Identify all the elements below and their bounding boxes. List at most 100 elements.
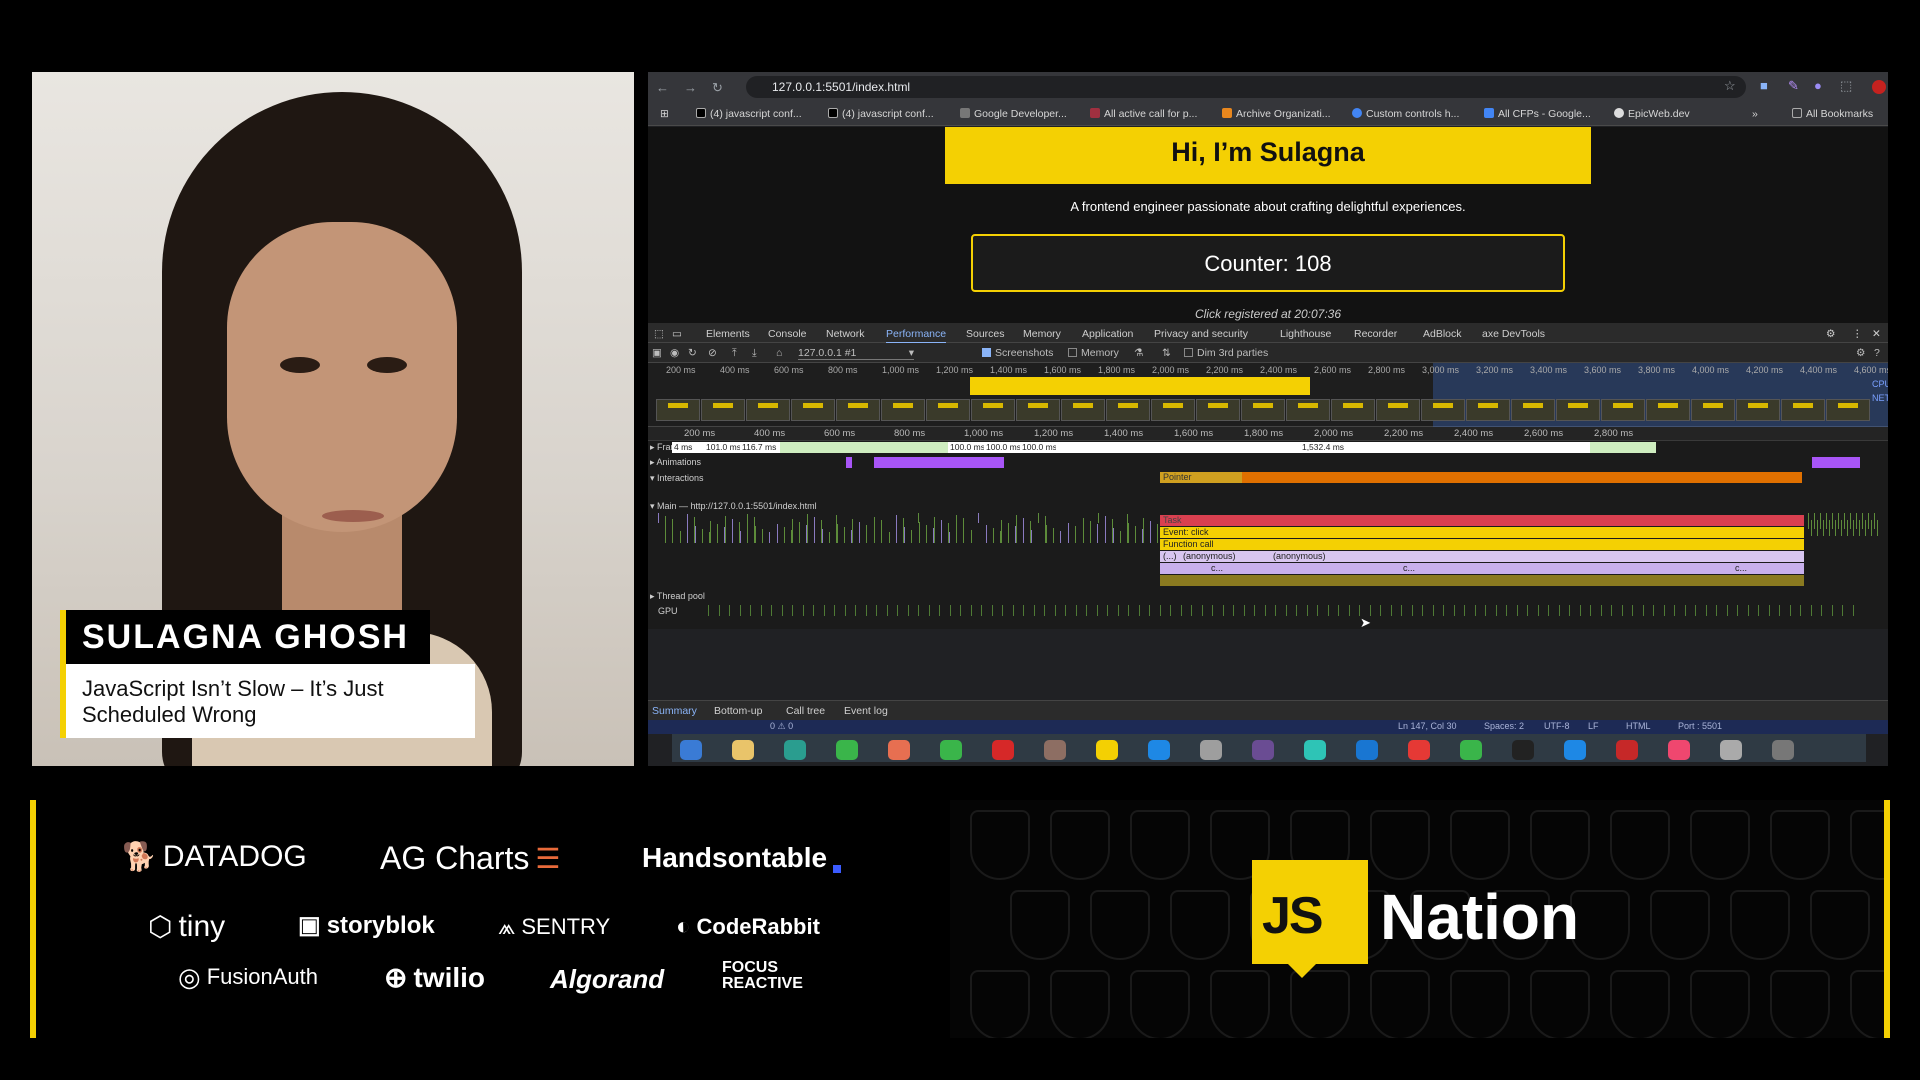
pen-extension-icon[interactable]: ✎ (1788, 78, 1799, 94)
frame-block[interactable]: 101.0 ms (704, 442, 740, 453)
anon-call-bar[interactable]: (...) (1160, 551, 1180, 562)
home-icon[interactable]: ⌂ (776, 347, 782, 359)
screenshot-thumbnail[interactable] (1061, 399, 1105, 421)
dock-app-icon[interactable] (1720, 740, 1742, 760)
tab-elements[interactable]: Elements (706, 328, 750, 340)
gc-icon[interactable]: ⚗ (1134, 347, 1143, 359)
help-icon[interactable]: ? (1874, 347, 1880, 359)
dock-app-icon[interactable] (1564, 740, 1586, 760)
dock-app-icon[interactable] (992, 740, 1014, 760)
screenshot-thumbnail[interactable] (1826, 399, 1870, 421)
anon-call-bar[interactable]: (anonymous) (1180, 551, 1270, 562)
animation-block[interactable] (1812, 457, 1860, 468)
main-track[interactable]: ▾ Main — http://127.0.0.1:5501/index.htm… (648, 499, 1888, 589)
back-icon[interactable]: ← (656, 80, 669, 95)
frame-block[interactable]: 100.0 ms (984, 442, 1020, 453)
screenshot-thumbnail[interactable] (1241, 399, 1285, 421)
profile-avatar[interactable] (1872, 80, 1886, 94)
screenshot-thumbnail[interactable] (701, 399, 745, 421)
dock-app-icon[interactable] (1616, 740, 1638, 760)
tab-performance[interactable]: Performance (886, 328, 947, 344)
frame-block[interactable]: 4 ms (672, 442, 704, 453)
sidebar-toggle-icon[interactable]: ▣ (652, 347, 662, 359)
interactions-track[interactable]: ▾ Interactions Pointer (648, 469, 1888, 499)
dock-app-icon[interactable] (1512, 740, 1534, 760)
screenshot-thumbnail[interactable] (1016, 399, 1060, 421)
dock-app-icon[interactable] (1096, 740, 1118, 760)
dock-app-icon[interactable] (940, 740, 962, 760)
settings-icon[interactable]: ⚙ (1826, 328, 1835, 340)
tab-lighthouse[interactable]: Lighthouse (1280, 328, 1331, 340)
dock-app-icon[interactable] (1252, 740, 1274, 760)
cursor-position[interactable]: Ln 147, Col 30 (1398, 721, 1457, 731)
tab-axe[interactable]: axe DevTools (1482, 328, 1545, 340)
clear-icon[interactable]: ⊘ (708, 347, 717, 359)
problems-count[interactable]: 0 ⚠ 0 (770, 721, 793, 732)
pointer-interaction-label[interactable]: Pointer (1160, 472, 1242, 483)
dock-app-icon[interactable] (1668, 740, 1690, 760)
dock-app-icon[interactable] (732, 740, 754, 760)
bookmark-item[interactable]: EpicWeb.dev (1614, 108, 1690, 120)
screenshot-thumbnail[interactable] (1466, 399, 1510, 421)
dock-app-icon[interactable] (1148, 740, 1170, 760)
frame-block[interactable]: 116.7 ms (740, 442, 780, 453)
screenshot-thumbnail[interactable] (1691, 399, 1735, 421)
dock-app-icon[interactable] (1304, 740, 1326, 760)
dock-app-icon[interactable] (1772, 740, 1794, 760)
dock-app-icon[interactable] (1200, 740, 1222, 760)
star-icon[interactable]: ☆ (1724, 78, 1736, 94)
function-call-bar[interactable]: Function call (1160, 539, 1804, 550)
frame-block[interactable] (1590, 442, 1656, 453)
tab-console[interactable]: Console (768, 328, 807, 340)
language-mode[interactable]: HTML (1626, 721, 1651, 731)
frame-block[interactable]: 100.0 ms (1020, 442, 1056, 453)
bookmark-item[interactable]: (4) javascript conf... (696, 108, 802, 120)
tab-call-tree[interactable]: Call tree (786, 705, 825, 717)
dock-app-icon[interactable] (680, 740, 702, 760)
puzzle-icon[interactable]: ⬚ (1840, 78, 1852, 94)
timeline-overview[interactable]: 200 ms 400 ms 600 ms 800 ms 1,000 ms 1,200 ms… (648, 363, 1888, 427)
tab-application[interactable]: Application (1082, 328, 1133, 340)
screenshot-thumbnail[interactable] (1736, 399, 1780, 421)
dock-app-icon[interactable] (1356, 740, 1378, 760)
animation-block[interactable] (846, 457, 852, 468)
inspect-icon[interactable]: ⬚ (654, 328, 664, 340)
record-icon[interactable]: ◉ (670, 347, 679, 359)
dock-app-icon[interactable] (784, 740, 806, 760)
live-server-port[interactable]: Port : 5501 (1678, 721, 1722, 731)
more-icon[interactable]: ⋮ (1852, 328, 1863, 340)
download-icon[interactable]: ⤓ (752, 347, 757, 360)
screenshot-thumbnail[interactable] (971, 399, 1015, 421)
tab-privacy[interactable]: Privacy and security (1154, 328, 1248, 340)
reload-record-icon[interactable]: ↻ (688, 347, 697, 359)
screenshot-thumbnail[interactable] (881, 399, 925, 421)
dim-3rd-checkbox[interactable]: Dim 3rd parties (1184, 347, 1268, 359)
screenshot-thumbnail[interactable] (1196, 399, 1240, 421)
recording-select[interactable]: 127.0.0.1 #1 ▾ (798, 347, 914, 360)
screenshot-thumbnail[interactable] (836, 399, 880, 421)
task-bar[interactable]: Task (1160, 515, 1804, 526)
upload-icon[interactable]: ⤒ (732, 347, 737, 360)
dock-app-icon[interactable] (836, 740, 858, 760)
tab-memory[interactable]: Memory (1023, 328, 1061, 340)
screenshot-thumbnail[interactable] (926, 399, 970, 421)
c-call-bar[interactable]: c... (1400, 563, 1440, 574)
bookmark-item[interactable]: All active call for p... (1090, 108, 1197, 120)
tab-adblock[interactable]: AdBlock (1423, 328, 1462, 340)
settings-icon[interactable]: ⚙ (1856, 347, 1865, 359)
dock-app-icon[interactable] (888, 740, 910, 760)
bookmark-item[interactable]: Custom controls h... (1352, 108, 1459, 120)
all-bookmarks-button[interactable]: All Bookmarks (1792, 108, 1873, 120)
line-ending[interactable]: LF (1588, 721, 1599, 731)
screenshot-thumbnail[interactable] (1556, 399, 1600, 421)
event-click-bar[interactable]: Event: click (1160, 527, 1804, 538)
forward-icon[interactable]: → (684, 80, 697, 95)
close-icon[interactable]: ✕ (1872, 328, 1881, 340)
screenshot-thumbnail[interactable] (1151, 399, 1195, 421)
threadpool-track[interactable]: ▸ Thread pool (648, 589, 1888, 603)
screenshot-thumbnail[interactable] (1376, 399, 1420, 421)
screenshot-thumbnail[interactable] (791, 399, 835, 421)
screenshot-thumbnail[interactable] (656, 399, 700, 421)
frames-track[interactable]: ▸ Frames 4 ms 101.0 ms 116.7 ms 100.0 ms… (648, 441, 1888, 455)
c-call-bar[interactable]: c... (1208, 563, 1248, 574)
